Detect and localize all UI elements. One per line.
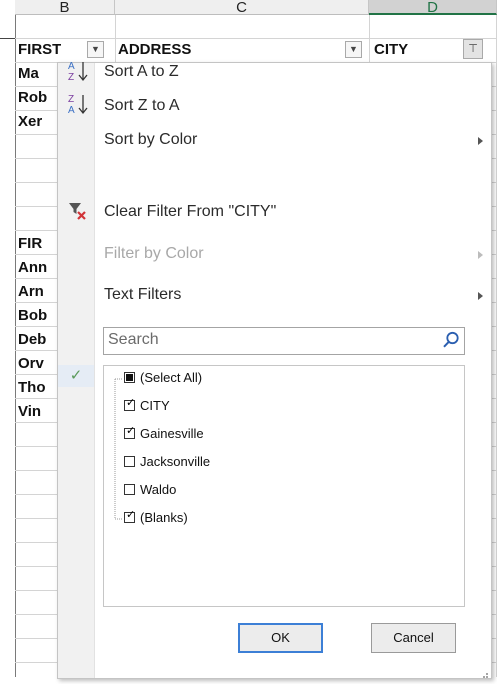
header-first[interactable]: FIRST: [18, 38, 61, 62]
checkbox-unchecked[interactable]: [124, 456, 135, 467]
column-header-d[interactable]: D: [369, 0, 497, 15]
search-icon: [442, 331, 460, 349]
header-city[interactable]: CITY: [374, 38, 408, 62]
checkbox-checked[interactable]: ✓: [124, 397, 135, 411]
svg-text:Z: Z: [68, 72, 74, 83]
checkbox-partial[interactable]: [124, 372, 135, 383]
autofilter-menu: A Z Sort A to Z Z A Sort Z to A Sort by …: [57, 61, 492, 679]
sheet-left-border: [15, 15, 16, 677]
submenu-arrow-icon: [478, 137, 483, 145]
column-header-b[interactable]: B: [15, 0, 115, 15]
row-outline-line: [0, 38, 15, 39]
cell-b[interactable]: Orv: [18, 352, 58, 376]
cell-b[interactable]: Vin: [18, 400, 58, 424]
cell-b[interactable]: Arn: [18, 280, 58, 304]
svg-text:A: A: [68, 61, 75, 72]
checkbox-checked[interactable]: ✓: [124, 425, 135, 439]
column-header-c[interactable]: C: [115, 0, 369, 15]
submenu-arrow-icon: [478, 251, 483, 259]
menu-clear-filter[interactable]: Clear Filter From "CITY": [104, 203, 276, 221]
sort-descending-icon: Z A: [66, 91, 90, 119]
menu-sort-a-to-z[interactable]: Sort A to Z: [104, 63, 179, 81]
checkbox-checked[interactable]: ✓: [124, 509, 135, 523]
cancel-button[interactable]: Cancel: [371, 623, 456, 653]
header-address[interactable]: ADDRESS: [118, 38, 191, 62]
cell-b[interactable]: Xer: [18, 110, 58, 134]
menu-sort-z-to-a[interactable]: Sort Z to A: [104, 97, 180, 115]
cell-b[interactable]: Tho: [18, 376, 58, 400]
menu-text-filters[interactable]: Text Filters: [104, 286, 181, 304]
menu-sort-by-color[interactable]: Sort by Color: [104, 131, 197, 149]
filter-item[interactable]: Jacksonville: [124, 452, 210, 472]
cell-b[interactable]: Rob: [18, 86, 58, 110]
checkbox-unchecked[interactable]: [124, 484, 135, 495]
menu-filter-by-color[interactable]: Filter by Color: [104, 245, 204, 263]
filter-values-list[interactable]: (Select All) ✓ CITY ✓ Gainesville Jacksonv…: [103, 365, 465, 607]
search-input[interactable]: Search: [103, 327, 465, 355]
cell-b[interactable]: Deb: [18, 328, 58, 352]
clear-filter-icon: [68, 201, 88, 221]
filter-item[interactable]: ✓ CITY: [124, 396, 170, 416]
gridline-horizontal: [15, 38, 497, 39]
svg-text:Z: Z: [68, 94, 74, 105]
filter-dropdown-address[interactable]: ▼: [345, 41, 362, 58]
cell-b[interactable]: Ma: [18, 62, 58, 86]
svg-text:A: A: [68, 105, 75, 116]
cell-b[interactable]: FIR: [18, 232, 58, 256]
filter-dropdown-first[interactable]: ▼: [87, 41, 104, 58]
filter-applied-check-icon: ✓: [58, 365, 94, 387]
cell-b[interactable]: Bob: [18, 304, 58, 328]
cell-b[interactable]: Ann: [18, 256, 58, 280]
sort-ascending-icon: A Z: [66, 58, 90, 86]
filter-item[interactable]: ✓ Gainesville: [124, 424, 204, 444]
resize-grip-icon[interactable]: [479, 666, 489, 678]
filter-active-icon[interactable]: ⊤: [463, 39, 483, 59]
filter-item[interactable]: Waldo: [124, 480, 176, 500]
filter-item-select-all[interactable]: (Select All): [124, 368, 202, 388]
filter-item[interactable]: ✓ (Blanks): [124, 508, 188, 528]
submenu-arrow-icon: [478, 292, 483, 300]
ok-button[interactable]: OK: [238, 623, 323, 653]
